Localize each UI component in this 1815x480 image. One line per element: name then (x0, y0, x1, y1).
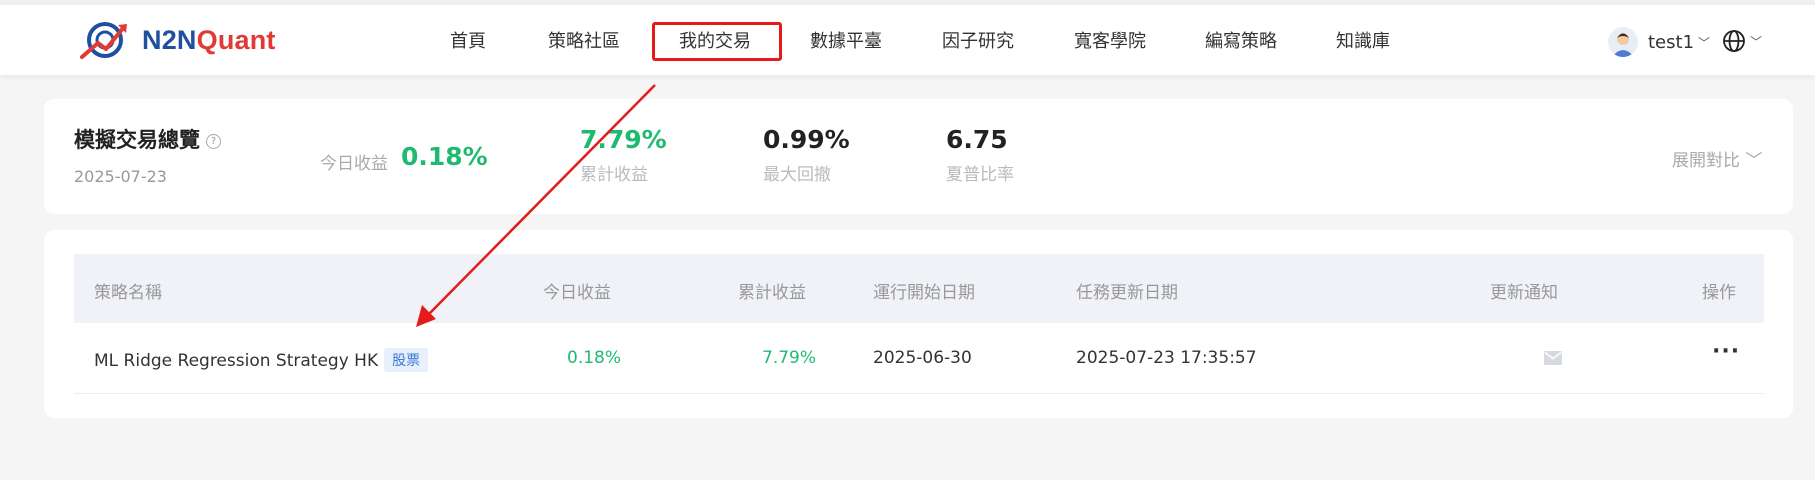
today-return-value: 0.18% (401, 142, 488, 171)
nav-item-data-platform[interactable]: 數據平臺 (810, 27, 882, 53)
today-return-cell: 0.18% (567, 348, 622, 368)
strategy-table-card: 策略名稱 今日收益 累計收益 運行開始日期 任務更新日期 更新通知 操作 ML … (44, 230, 1793, 418)
nav-item-my-trades[interactable]: 我的交易 (679, 27, 751, 53)
globe-icon (1723, 30, 1745, 52)
header: N2NQuant 首頁 策略社區 我的交易 數據平臺 因子研究 寬客學院 編寫策… (0, 5, 1815, 75)
nav-item-write-strategy[interactable]: 編寫策略 (1205, 27, 1277, 53)
table-header: 策略名稱 今日收益 累計收益 運行開始日期 任務更新日期 更新通知 操作 (74, 254, 1764, 323)
logo-text: N2NQuant (142, 25, 276, 56)
expand-compare-label: 展開對比 (1672, 151, 1740, 171)
asset-type-tag: 股票 (384, 348, 429, 372)
sharpe-ratio-label: 夏普比率 (946, 165, 1014, 185)
table-row[interactable]: ML Ridge Regression Strategy HK 股票 0.18% … (74, 323, 1764, 394)
nav-item-knowledge-base[interactable]: 知識庫 (1336, 27, 1390, 53)
language-switcher[interactable]: ﹀ (1722, 29, 1762, 53)
cumulative-return-cell: 7.79% (762, 348, 817, 368)
header-update-notify: 更新通知 (1490, 283, 1558, 303)
help-icon[interactable]: ? (206, 133, 221, 149)
overview-title: 模擬交易總覽? (74, 124, 221, 154)
header-strategy-name: 策略名稱 (94, 283, 162, 303)
max-drawdown-value: 0.99% (763, 125, 850, 154)
overview-card: 模擬交易總覽? 2025-07-23 今日收益 0.18% 7.79% 累計收益… (44, 99, 1793, 214)
today-return-label: 今日收益 (320, 154, 388, 174)
logo-text-prefix: N2N (142, 24, 197, 55)
header-cumulative-return: 累計收益 (738, 283, 806, 303)
logo[interactable]: N2NQuant (80, 19, 276, 61)
more-icon[interactable]: ··· (1712, 339, 1740, 364)
avatar-icon (1608, 27, 1638, 57)
chevron-down-icon: ﹀ (1750, 34, 1763, 49)
max-drawdown-label: 最大回撤 (763, 165, 831, 185)
strategy-name[interactable]: ML Ridge Regression Strategy HK (94, 351, 378, 371)
chevron-down-icon: ﹀ (1698, 35, 1711, 50)
user-menu[interactable]: test1 ﹀ (1608, 27, 1710, 57)
overview-title-text: 模擬交易總覽 (74, 128, 200, 152)
logo-text-suffix: Quant (196, 24, 276, 55)
cumulative-return-stat: 7.79% 累計收益 (580, 125, 667, 185)
user-name: test1 (1648, 31, 1695, 53)
max-drawdown-stat: 0.99% 最大回撤 (763, 125, 850, 185)
nav-item-factor-research[interactable]: 因子研究 (942, 27, 1014, 53)
nav-item-quant-academy[interactable]: 寬客學院 (1074, 27, 1146, 53)
nav-item-community[interactable]: 策略社區 (548, 27, 620, 53)
sharpe-ratio-stat: 6.75 夏普比率 (946, 125, 1014, 185)
strategy-name-cell[interactable]: ML Ridge Regression Strategy HK 股票 (94, 348, 429, 372)
header-today-return: 今日收益 (543, 283, 611, 303)
chevron-down-icon: ﹀ (1745, 151, 1763, 171)
cumulative-return-value: 7.79% (580, 125, 667, 154)
expand-compare-button[interactable]: 展開對比 ﹀ (1672, 146, 1762, 171)
start-date-cell: 2025-06-30 (873, 348, 972, 368)
mail-icon[interactable] (1544, 351, 1562, 365)
header-start-date: 運行開始日期 (873, 283, 975, 303)
cumulative-return-label: 累計收益 (580, 165, 648, 185)
logo-icon (80, 22, 127, 59)
header-update-date: 任務更新日期 (1076, 283, 1178, 303)
overview-date: 2025-07-23 (74, 167, 167, 186)
update-date-cell: 2025-07-23 17:35:57 (1076, 348, 1257, 368)
sharpe-ratio-value: 6.75 (946, 125, 1008, 154)
nav-item-home[interactable]: 首頁 (450, 27, 486, 53)
header-actions: 操作 (1702, 283, 1736, 303)
